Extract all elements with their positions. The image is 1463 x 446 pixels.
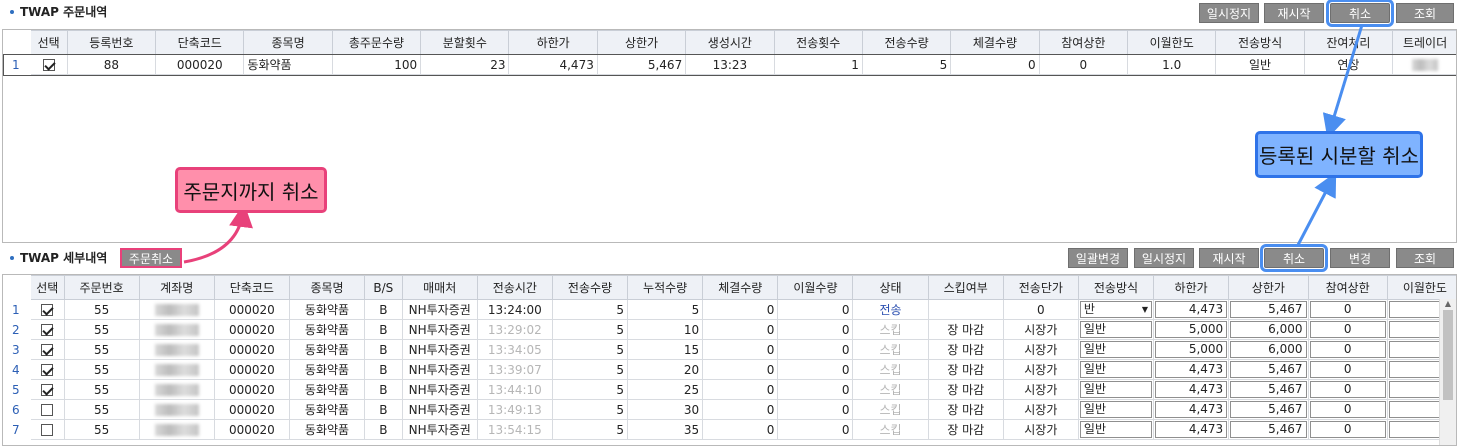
annotation-arrows [183, 24, 1364, 264]
arrow-from-bottom-cancel [1296, 172, 1337, 246]
arrow-to-top-grid [1322, 24, 1364, 139]
arrow-from-cancel-order [183, 203, 253, 264]
callout-cancel-registered: 등록된 시분할 취소 [1255, 131, 1423, 178]
callout-cancel-to-order: 주문지까지 취소 [175, 167, 327, 213]
